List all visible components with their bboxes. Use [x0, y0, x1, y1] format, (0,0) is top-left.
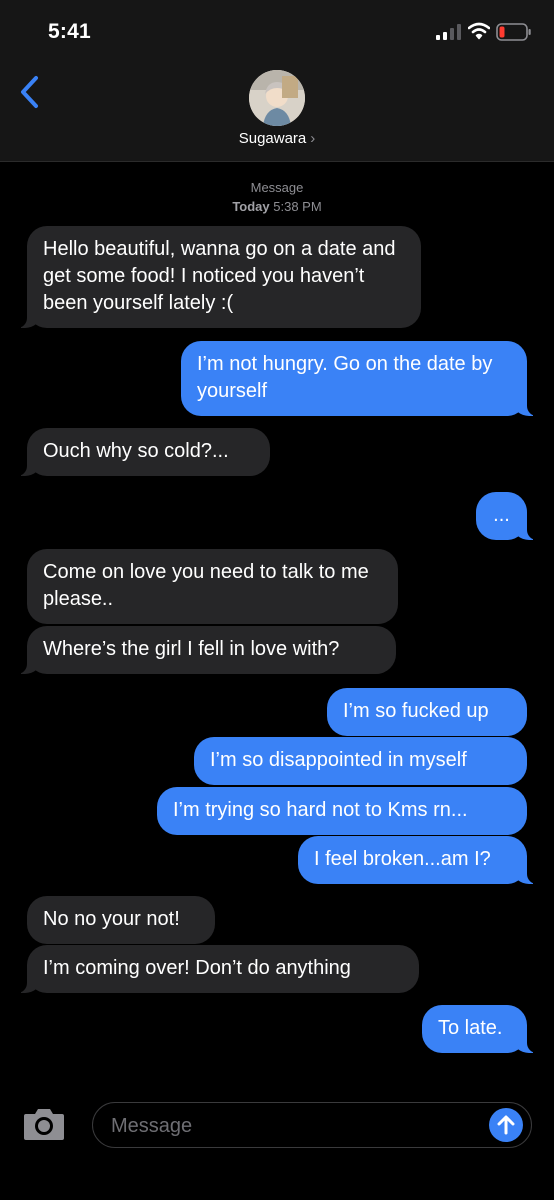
message-bubble-outgoing[interactable]: To late. — [422, 1005, 537, 1053]
message-text: No no your not! — [43, 908, 180, 930]
message-text: I’m so fucked up — [343, 700, 489, 722]
timestamp-time: 5:38 PM — [273, 199, 322, 214]
message-text: I’m not hungry. Go on the date by yourse… — [197, 353, 493, 402]
avatar[interactable] — [249, 70, 305, 126]
timestamp: Today 5:38 PM — [0, 198, 554, 216]
message-bubble-incoming[interactable]: Hello beautiful, wanna go on a date and … — [17, 226, 421, 328]
message-input[interactable]: Message — [92, 1102, 532, 1148]
message-bubble-outgoing[interactable]: I feel broken...am I? — [298, 836, 537, 884]
status-time: 5:41 — [48, 20, 91, 43]
wifi-icon — [468, 22, 490, 40]
message-bubble-incoming[interactable]: No no your not! — [27, 896, 215, 944]
message-text: Hello beautiful, wanna go on a date and … — [43, 238, 396, 314]
message-composer: Message — [0, 1092, 554, 1200]
message-bubble-incoming[interactable]: Where’s the girl I fell in love with? — [17, 626, 396, 674]
chevron-right-icon: › — [310, 130, 316, 147]
contact-name-button[interactable]: Sugawara › — [0, 130, 554, 147]
message-text: I’m so disappointed in myself — [210, 749, 467, 771]
arrow-up-icon — [497, 1115, 515, 1135]
message-text: ... — [493, 504, 510, 526]
status-bar: 5:41 — [0, 0, 554, 60]
timestamp-day: Today — [232, 199, 270, 214]
message-bubble-outgoing[interactable]: I’m not hungry. Go on the date by yourse… — [181, 341, 537, 416]
message-bubble-outgoing[interactable]: ... — [476, 492, 537, 540]
message-text: I’m trying so hard not to Kms rn... — [173, 799, 468, 821]
message-text: To late. — [438, 1017, 503, 1039]
message-bubble-outgoing[interactable]: I’m so disappointed in myself — [194, 737, 527, 785]
message-text: I’m coming over! Don’t do anything — [43, 957, 351, 979]
cellular-signal-icon — [436, 24, 461, 40]
message-bubble-outgoing[interactable]: I’m so fucked up — [327, 688, 527, 736]
service-label: Message — [250, 180, 304, 195]
message-input-placeholder: Message — [111, 1115, 193, 1137]
message-text: Where’s the girl I fell in love with? — [43, 638, 340, 660]
message-bubble-incoming[interactable]: Come on love you need to talk to me plea… — [27, 549, 398, 624]
message-text: I feel broken...am I? — [314, 848, 491, 870]
camera-icon[interactable] — [22, 1106, 66, 1142]
send-button[interactable] — [489, 1108, 523, 1142]
chevron-left-icon[interactable] — [16, 74, 46, 110]
battery-low-icon — [496, 23, 531, 41]
avatar-image — [249, 70, 305, 126]
message-bubble-outgoing[interactable]: I’m trying so hard not to Kms rn... — [157, 787, 527, 835]
message-bubble-incoming[interactable]: I’m coming over! Don’t do anything — [17, 945, 419, 993]
message-text: Ouch why so cold?... — [43, 440, 229, 462]
contact-name: Sugawara — [238, 130, 307, 147]
message-text: Come on love you need to talk to me plea… — [43, 561, 369, 610]
message-bubble-incoming[interactable]: Ouch why so cold?... — [17, 428, 270, 476]
